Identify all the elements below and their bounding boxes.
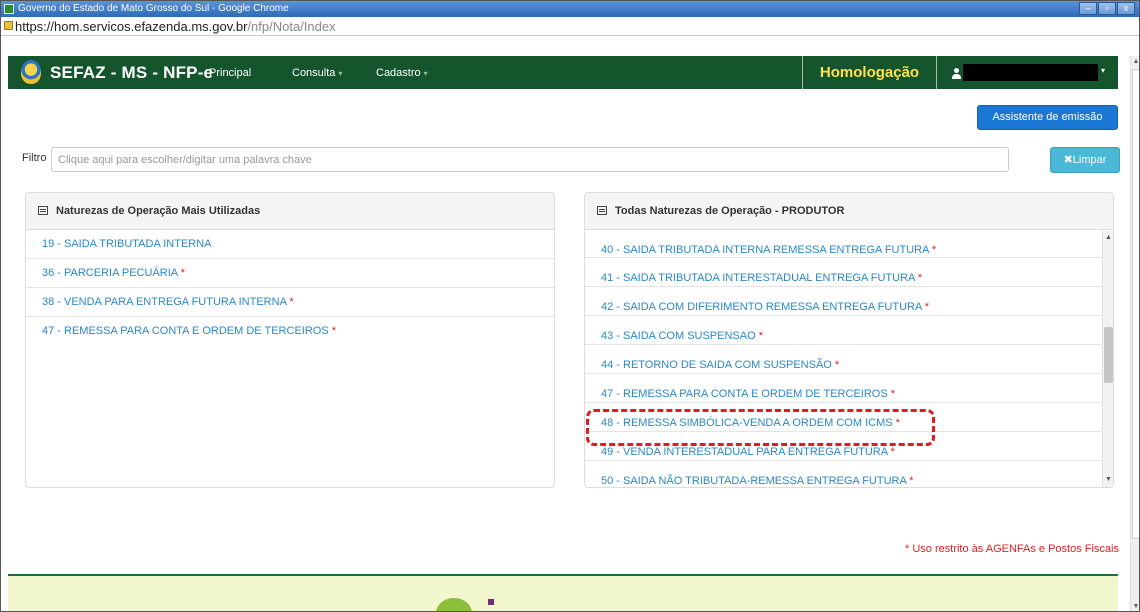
emission-assistant-button[interactable]: Assistente de emissão bbox=[977, 105, 1118, 130]
restricted-use-notice: * Uso restrito às AGENFAs e Postos Fisca… bbox=[905, 543, 1119, 555]
operation-label: 36 - PARCERIA PECUÁRIA bbox=[42, 267, 178, 279]
environment-badge: Homologação bbox=[802, 56, 937, 89]
most-used-list: 19 - SAIDA TRIBUTADA INTERNA 36 - PARCER… bbox=[26, 230, 554, 346]
all-operations-panel: Todas Naturezas de Operação - PRODUTOR 4… bbox=[584, 192, 1114, 488]
url-path: /nfp/Nota/Index bbox=[247, 19, 336, 34]
lock-icon bbox=[4, 21, 13, 30]
minimize-button[interactable]: – bbox=[1079, 2, 1097, 15]
operation-link[interactable]: 41 - SAIDA TRIBUTADA INTERESTADUAL ENTRE… bbox=[585, 258, 1103, 287]
operation-label: 44 - RETORNO DE SAIDA COM SUSPENSÃO bbox=[601, 359, 832, 371]
footer-logo-shape bbox=[436, 598, 472, 611]
user-menu-caret-icon[interactable]: ▾ bbox=[1101, 66, 1105, 75]
restricted-marker: * bbox=[180, 267, 185, 279]
operation-label: 19 - SAIDA TRIBUTADA INTERNA bbox=[42, 238, 212, 250]
restricted-marker: * bbox=[924, 301, 930, 313]
nav-item-principal[interactable]: Principal bbox=[209, 67, 251, 79]
operation-label: 50 - SAIDA NÃO TRIBUTADA-REMESSA ENTREGA… bbox=[601, 475, 907, 487]
times-icon: ✖ bbox=[1063, 154, 1073, 166]
panel-title: Todas Naturezas de Operação - PRODUTOR bbox=[615, 205, 845, 217]
page-scroll-thumb[interactable] bbox=[1132, 69, 1139, 539]
window-controls: – ▫ x bbox=[1078, 2, 1135, 16]
panel-heading: Todas Naturezas de Operação - PRODUTOR bbox=[585, 193, 1113, 230]
list-icon bbox=[38, 206, 48, 215]
chevron-down-icon: ▾ bbox=[423, 69, 428, 78]
most-used-operations-panel: Naturezas de Operação Mais Utilizadas 19… bbox=[25, 192, 555, 488]
page-scroll-up-icon[interactable]: ▲ bbox=[1131, 58, 1139, 65]
address-bar[interactable]: https://hom.servicos.efazenda.ms.gov.br/… bbox=[1, 17, 1139, 36]
panel-title: Naturezas de Operação Mais Utilizadas bbox=[56, 205, 261, 217]
user-name-redacted[interactable] bbox=[963, 64, 1098, 81]
top-navbar: SEFAZ - MS - NFP-e Principal Consulta ▾ C… bbox=[8, 56, 1118, 89]
operation-link[interactable]: 36 - PARCERIA PECUÁRIA * bbox=[26, 259, 554, 288]
operation-label: 43 - SAIDA COM SUSPENSAO bbox=[601, 330, 756, 342]
operation-link[interactable]: 47 - REMESSA PARA CONTA E ORDEM DE TERCE… bbox=[585, 374, 1103, 403]
operation-link-highlighted[interactable]: 48 - REMESSA SIMBÓLICA-VENDA A ORDEM COM… bbox=[585, 403, 1103, 432]
nav-item-label: Consulta bbox=[292, 67, 336, 79]
window-title: Governo do Estado de Mato Grosso do Sul … bbox=[18, 3, 289, 14]
restricted-marker: * bbox=[289, 296, 294, 308]
operation-link[interactable]: 43 - SAIDA COM SUSPENSAO * bbox=[585, 316, 1103, 345]
restricted-marker: * bbox=[917, 272, 923, 284]
restricted-marker: * bbox=[895, 417, 900, 429]
state-crest-logo[interactable] bbox=[21, 60, 41, 84]
chrome-app-icon bbox=[4, 4, 14, 14]
all-operations-scroll-area[interactable]: 40 - SAIDA TRIBUTADA INTERNA REMESSA ENT… bbox=[585, 231, 1103, 487]
restricted-marker: * bbox=[931, 244, 937, 256]
operation-label: 47 - REMESSA PARA CONTA E ORDEM DE TERCE… bbox=[601, 388, 888, 400]
browser-window: Governo do Estado de Mato Grosso do Sul … bbox=[0, 0, 1140, 612]
list-scrollbar[interactable]: ▲ ▼ bbox=[1102, 231, 1113, 487]
page-footer bbox=[8, 574, 1118, 611]
nav-item-consulta[interactable]: Consulta ▾ bbox=[292, 67, 342, 79]
restricted-marker: * bbox=[890, 446, 895, 458]
restricted-marker: * bbox=[758, 330, 763, 342]
operation-link[interactable]: 49 - VENDA INTERESTADUAL PARA ENTREGA FU… bbox=[585, 432, 1103, 461]
operation-link[interactable]: 40 - SAIDA TRIBUTADA INTERNA REMESSA ENT… bbox=[585, 231, 1103, 258]
restricted-marker: * bbox=[331, 325, 337, 337]
operation-link[interactable]: 19 - SAIDA TRIBUTADA INTERNA bbox=[26, 230, 554, 259]
filter-label: Filtro bbox=[22, 152, 47, 164]
operation-link[interactable]: 50 - SAIDA NÃO TRIBUTADA-REMESSA ENTREGA… bbox=[585, 461, 1103, 487]
window-title-bar: Governo do Estado de Mato Grosso do Sul … bbox=[1, 1, 1139, 17]
operation-label: 40 - SAIDA TRIBUTADA INTERNA REMESSA ENT… bbox=[601, 244, 929, 256]
list-icon bbox=[597, 206, 607, 215]
url-text[interactable]: https://hom.servicos.efazenda.ms.gov.br/… bbox=[15, 17, 336, 36]
operation-link[interactable]: 42 - SAIDA COM DIFERIMENTO REMESSA ENTRE… bbox=[585, 287, 1103, 316]
footer-logo-mark bbox=[488, 599, 494, 605]
user-icon bbox=[951, 68, 961, 79]
restricted-marker: * bbox=[834, 359, 840, 371]
operation-link[interactable]: 44 - RETORNO DE SAIDA COM SUSPENSÃO * bbox=[585, 345, 1103, 374]
page-scrollbar[interactable]: ▲ ▼ bbox=[1130, 56, 1139, 611]
scroll-up-arrow-icon[interactable]: ▲ bbox=[1104, 233, 1113, 243]
operation-link[interactable]: 38 - VENDA PARA ENTREGA FUTURA INTERNA * bbox=[26, 288, 554, 317]
clear-filter-label: Limpar bbox=[1072, 154, 1107, 166]
clear-filter-button[interactable]: ✖Limpar bbox=[1050, 147, 1120, 173]
page-content: Assistente de emissão Filtro ✖Limpar Nat… bbox=[8, 89, 1120, 611]
scroll-down-arrow-icon[interactable]: ▼ bbox=[1104, 475, 1113, 485]
operation-label: 47 - REMESSA PARA CONTA E ORDEM DE TERCE… bbox=[42, 325, 329, 337]
chevron-down-icon: ▾ bbox=[338, 69, 343, 78]
scroll-thumb[interactable] bbox=[1104, 327, 1113, 383]
restricted-marker: * bbox=[909, 475, 914, 487]
filter-input[interactable] bbox=[51, 147, 1009, 172]
nav-item-label: Cadastro bbox=[376, 67, 421, 79]
maximize-button[interactable]: ▫ bbox=[1098, 2, 1116, 15]
operation-label: 38 - VENDA PARA ENTREGA FUTURA INTERNA bbox=[42, 296, 287, 308]
restricted-marker: * bbox=[890, 388, 896, 400]
close-window-button[interactable]: x bbox=[1117, 2, 1135, 15]
brand-title[interactable]: SEFAZ - MS - NFP-e bbox=[50, 63, 213, 83]
operation-label: 41 - SAIDA TRIBUTADA INTERESTADUAL ENTRE… bbox=[601, 272, 915, 284]
nav-item-label: Principal bbox=[209, 67, 252, 79]
page-scroll-down-icon[interactable]: ▼ bbox=[1131, 603, 1139, 610]
operation-label: 48 - REMESSA SIMBÓLICA-VENDA A ORDEM COM… bbox=[601, 417, 893, 429]
nav-item-cadastro[interactable]: Cadastro ▾ bbox=[376, 67, 428, 79]
operation-label: 49 - VENDA INTERESTADUAL PARA ENTREGA FU… bbox=[601, 446, 888, 458]
url-base: https://hom.servicos.efazenda.ms.gov.br bbox=[15, 19, 248, 34]
operation-link[interactable]: 47 - REMESSA PARA CONTA E ORDEM DE TERCE… bbox=[26, 317, 554, 346]
panel-heading: Naturezas de Operação Mais Utilizadas bbox=[26, 193, 554, 230]
operation-label: 42 - SAIDA COM DIFERIMENTO REMESSA ENTRE… bbox=[601, 301, 922, 313]
all-operations-list: 40 - SAIDA TRIBUTADA INTERNA REMESSA ENT… bbox=[585, 231, 1103, 487]
